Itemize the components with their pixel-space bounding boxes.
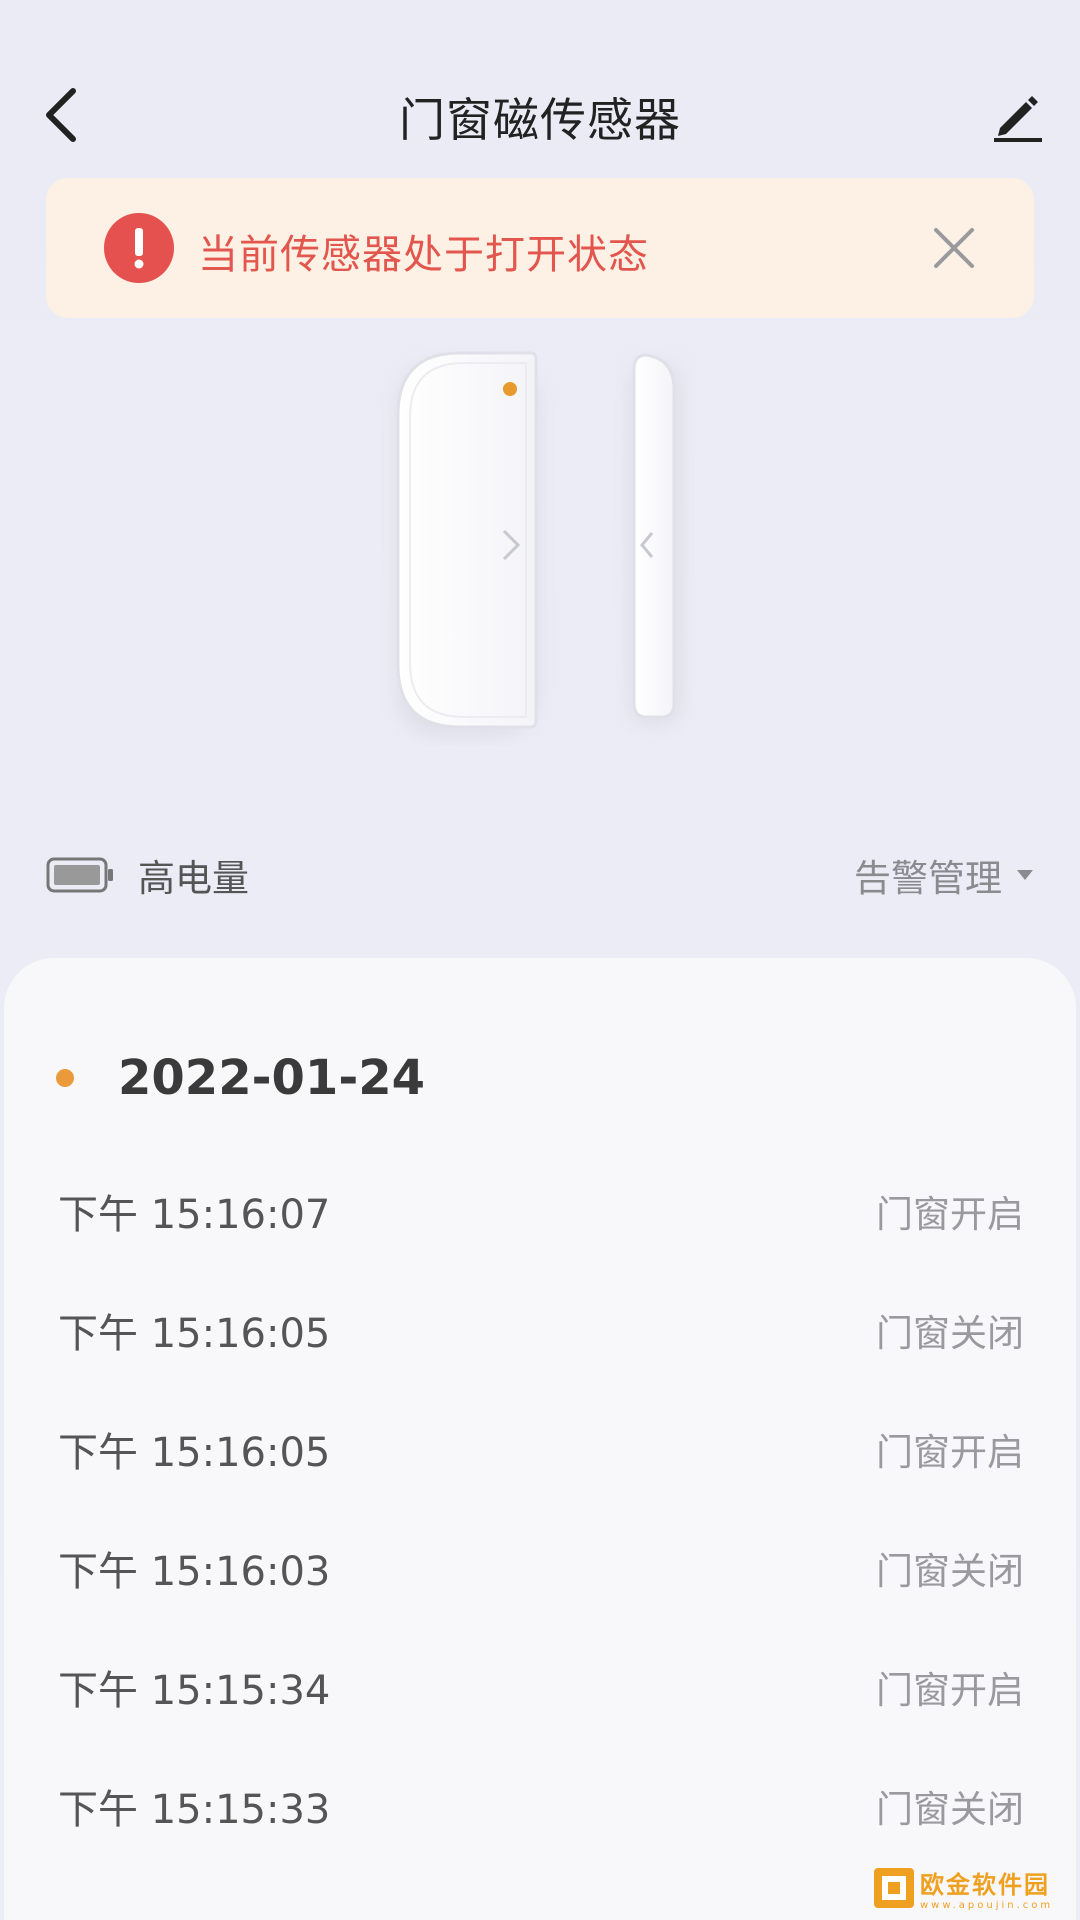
- event-time: 下午 15:16:05: [58, 1430, 331, 1476]
- battery-label: 高电量: [138, 857, 249, 900]
- close-icon: [934, 228, 974, 268]
- event-row: 下午 15:16:07 门窗开启: [58, 1176, 1024, 1238]
- event-row: 下午 15:16:05 门窗关闭: [58, 1295, 1024, 1357]
- edit-button[interactable]: [986, 84, 1050, 148]
- page-title: 门窗磁传感器: [399, 93, 681, 147]
- event-row: 下午 15:16:03 门窗关闭: [58, 1533, 1024, 1595]
- date-dot: [56, 1069, 74, 1087]
- sensor-illustration: [380, 345, 700, 745]
- event-status: 门窗关闭: [876, 1550, 1024, 1593]
- alert-message: 当前传感器处于打开状态: [198, 232, 649, 278]
- pencil-icon: [994, 96, 1042, 142]
- event-row: 下午 15:16:05 门窗开启: [58, 1414, 1024, 1476]
- battery-icon: [46, 857, 114, 893]
- event-records-panel: 2022-01-24 下午 15:16:07 门窗开启 下午 15:16:05 …: [4, 958, 1076, 1920]
- event-time: 下午 15:16:07: [58, 1192, 331, 1238]
- event-time: 下午 15:15:33: [58, 1787, 331, 1833]
- event-status: 门窗开启: [876, 1669, 1024, 1712]
- watermark-text: 欧金软件园: [920, 1871, 1050, 1899]
- event-status: 门窗关闭: [876, 1312, 1024, 1355]
- event-time: 下午 15:16:05: [58, 1311, 331, 1357]
- exclamation-circle-icon: [104, 213, 174, 283]
- watermark: 欧金软件园 www.apoujin.com: [872, 1864, 1072, 1912]
- date-label: 2022-01-24: [118, 1050, 426, 1106]
- alarm-management-label: 告警管理: [854, 857, 1002, 900]
- watermark-url: www.apoujin.com: [920, 1900, 1054, 1911]
- event-row: 下午 15:15:34 门窗开启: [58, 1652, 1024, 1714]
- watermark-logo-icon: [874, 1868, 914, 1908]
- event-time: 下午 15:15:34: [58, 1668, 331, 1714]
- alert-banner: 当前传感器处于打开状态: [46, 178, 1034, 318]
- date-header: 2022-01-24: [56, 1048, 425, 1108]
- event-status: 门窗关闭: [876, 1788, 1024, 1831]
- caret-down-icon: [1017, 870, 1033, 880]
- alarm-management-button[interactable]: 告警管理: [854, 850, 1034, 900]
- header-bar: 门窗磁传感器: [0, 70, 1080, 160]
- event-row: 下午 15:15:33 门窗关闭: [58, 1771, 1024, 1833]
- event-status: 门窗开启: [876, 1193, 1024, 1236]
- event-status: 门窗开启: [876, 1431, 1024, 1474]
- battery-status: 高电量: [46, 850, 249, 900]
- alert-close-button[interactable]: [928, 222, 980, 274]
- event-time: 下午 15:16:03: [58, 1549, 331, 1595]
